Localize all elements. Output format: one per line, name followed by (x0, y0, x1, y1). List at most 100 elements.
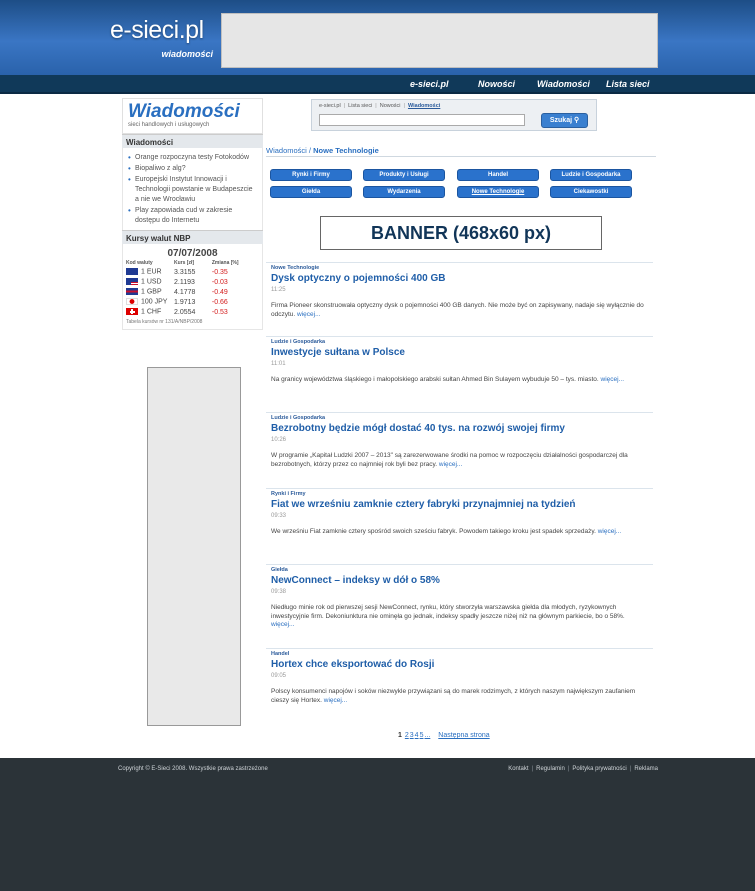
nav-item-e-sieci[interactable]: e-sieci.pl (410, 79, 449, 89)
article-excerpt: Firma Pioneer skonstruowała optyczny dys… (271, 302, 644, 318)
rates-box-heading: Kursy walut NBP (122, 230, 263, 244)
rate-code: 1 CHF (126, 307, 174, 317)
rates-date: 07/07/2008 (167, 248, 218, 259)
search-tab-wiadomosci[interactable]: Wiadomości (408, 103, 440, 109)
search-tab-nowosci[interactable]: Nowości (380, 103, 401, 109)
bullet-icon: • (128, 206, 131, 215)
page-link[interactable]: 2 (405, 732, 409, 739)
article-title[interactable]: Bezrobotny będzie mógł dostać 40 tys. na… (271, 423, 565, 434)
category-button[interactable]: Giełda (270, 186, 352, 198)
rate-row: 1 CHF 2.0554 -0.53 (126, 307, 259, 317)
rate-code: 1 USD (126, 277, 174, 287)
news-item[interactable]: • Orange rozpoczyna testy Fotokodów (127, 153, 258, 163)
nav-item-wiadomosci[interactable]: Wiadomości (537, 79, 590, 89)
category-button[interactable]: Ludzie i Gospodarka (550, 169, 632, 181)
news-list: • Orange rozpoczyna testy Fotokodów • Biop… (122, 148, 263, 230)
page-link[interactable]: 4 (415, 732, 419, 739)
rate-row: 1 USD 2.1193 -0.03 (126, 277, 259, 287)
article-title[interactable]: Inwestycje sułtana w Polsce (271, 347, 405, 358)
news-item[interactable]: • Biopaliwo z alg? (127, 164, 258, 174)
search-tab-lista-sieci[interactable]: Lista sieci (348, 103, 372, 109)
article-category[interactable]: Ludzie i Gospodarka (271, 339, 325, 345)
rates-col-code: Kod waluty (126, 260, 153, 266)
page-link[interactable]: ... (424, 732, 430, 739)
rate-code: 100 JPY (126, 297, 174, 307)
news-item[interactable]: • Europejski Instytut Innowacji i Technol… (127, 175, 258, 205)
news-item-link[interactable]: Orange rozpoczyna testy Fotokodów (135, 154, 249, 161)
site-logo[interactable]: e-sieci.pl wiadomości (110, 16, 215, 64)
news-item-link[interactable]: Europejski Instytut Innowacji i Technolo… (135, 176, 253, 203)
article-title[interactable]: Hortex chce eksportować do Rosji (271, 659, 434, 670)
breadcrumb-parent[interactable]: Wiadomości (266, 146, 307, 155)
top-ad-banner[interactable] (221, 13, 658, 68)
article-excerpt: Na granicy województwa śląskiego i małop… (271, 376, 624, 383)
page-link[interactable]: 5 (420, 732, 424, 739)
category-button-active[interactable]: Nowe Technologie (457, 186, 539, 198)
article-category[interactable]: Nowe Technologie (271, 265, 319, 271)
read-more-link[interactable]: więcej... (271, 621, 294, 628)
rate-value: 4.1778 (174, 288, 196, 296)
category-button[interactable]: Produkty i Usługi (363, 169, 445, 181)
bullet-icon: • (128, 153, 131, 162)
rate-change: -0.66 (211, 298, 228, 306)
news-item-link[interactable]: Play zapowiada cud w zakresie dostępu do… (135, 207, 232, 224)
read-more-link[interactable]: więcej... (598, 528, 621, 535)
article-time: 10:26 (271, 437, 287, 443)
article-time: 09:33 (271, 513, 287, 519)
news-item[interactable]: • Play zapowiada cud w zakresie dostępu d… (127, 206, 258, 226)
main-ad-banner[interactable]: BANNER (468x60 px) (320, 216, 602, 250)
left-ad-skyscraper[interactable] (147, 367, 241, 726)
gb-flag-icon (126, 288, 138, 296)
rate-row: 1 GBP 4.1778 -0.49 (126, 287, 259, 297)
page-link[interactable]: 3 (410, 732, 414, 739)
read-more-link[interactable]: więcej... (324, 697, 347, 704)
footer-link-reklama[interactable]: Reklama (634, 766, 658, 772)
rate-code: 1 GBP (126, 287, 174, 297)
next-page-link[interactable]: Następna strona (438, 732, 489, 739)
article-excerpt: Polscy konsumenci napojów i soków niezwy… (271, 688, 636, 704)
read-more-link[interactable]: więcej... (297, 311, 320, 318)
search-tab-e-sieci[interactable]: e-sieci.pl (319, 103, 341, 109)
category-button[interactable]: Ciekawostki (550, 186, 632, 198)
divider (266, 156, 656, 157)
rate-change: -0.53 (211, 308, 228, 316)
rate-value: 1.9713 (174, 298, 196, 306)
search-button[interactable]: Szukaj ⚲ (541, 113, 588, 128)
nav-item-nowosci[interactable]: Nowości (478, 79, 515, 89)
article-time: 09:05 (271, 673, 287, 679)
article-title[interactable]: NewConnect – indeksy w dół o 58% (271, 575, 440, 586)
category-button[interactable]: Wydarzenia (363, 186, 445, 198)
footer-link-regulamin[interactable]: Regulamin (536, 766, 565, 772)
category-button[interactable]: Handel (457, 169, 539, 181)
rates-col-rate: Kurs [zł] (174, 260, 194, 266)
rate-code: 1 EUR (126, 267, 174, 277)
article-time: 11:25 (271, 287, 286, 293)
nav-item-lista-sieci[interactable]: Lista sieci (606, 79, 650, 89)
read-more-link[interactable]: więcej... (601, 376, 624, 383)
article-category[interactable]: Rynki i Firmy (271, 491, 306, 497)
article-title[interactable]: Fiat we wrześniu zamknie cztery fabryki … (271, 499, 576, 510)
copyright-text: Copyright © E-Sieci 2008. Wszystkie praw… (118, 766, 268, 772)
article-category[interactable]: Giełda (271, 567, 288, 573)
read-more-link[interactable]: więcej... (439, 461, 462, 468)
search-input[interactable] (319, 114, 525, 126)
news-item-link[interactable]: Biopaliwo z alg? (135, 165, 186, 172)
article-item: Handel Hortex chce eksportować do Rosji … (266, 648, 653, 722)
article-category[interactable]: Ludzie i Gospodarka (271, 415, 325, 421)
category-button[interactable]: Rynki i Firmy (270, 169, 352, 181)
rate-change: -0.49 (211, 288, 228, 296)
article-title[interactable]: Dysk optyczny o pojemności 400 GB (271, 273, 446, 284)
rate-row: 100 JPY 1.9713 -0.66 (126, 297, 259, 307)
news-box-heading: Wiadomości (122, 134, 263, 148)
footer-link-kontakt[interactable]: Kontakt (508, 766, 528, 772)
rate-change: -0.03 (211, 278, 228, 286)
article-item: Nowe Technologie Dysk optyczny o pojemno… (266, 262, 653, 336)
section-logo[interactable]: Wiadomości sieci handlowych i usługowych (122, 98, 263, 134)
top-nav: e-sieci.pl Nowości Wiadomości Lista siec… (0, 75, 755, 94)
footer-link-polityka[interactable]: Polityka prywatności (572, 766, 626, 772)
jp-flag-icon (126, 298, 138, 306)
exchange-rates: 07/07/2008 Kod waluty Kurs [zł] Zmiana [… (122, 244, 263, 330)
article-category[interactable]: Handel (271, 651, 289, 657)
article-time: 09:38 (271, 589, 287, 595)
rate-row: 1 EUR 3.3155 -0.35 (126, 267, 259, 277)
